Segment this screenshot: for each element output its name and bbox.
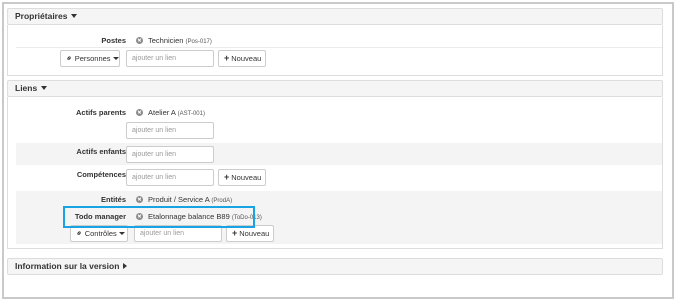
nouveau-button[interactable]: + Nouveau [218, 169, 266, 186]
caret-right-icon [123, 263, 128, 269]
entites-item-name: Produit / Service A [148, 195, 210, 204]
panel-header-proprietaires[interactable]: Propriétaires [7, 8, 663, 25]
entites-item: Produit / Service A (ProdA) [136, 195, 232, 204]
remove-icon[interactable] [136, 196, 143, 203]
caret-down-icon [41, 86, 48, 90]
field-label-actifs-parents: Actifs parents [75, 108, 126, 117]
panel-header-liens[interactable]: Liens [7, 80, 663, 97]
plus-icon: + [232, 228, 238, 238]
panel-title-proprietaires: Propriétaires [15, 11, 68, 21]
field-label-actifs-enfants: Actifs enfants [76, 147, 126, 156]
postes-item-code: (Pos-017) [185, 39, 212, 45]
plus-icon: + [224, 53, 230, 63]
field-row-actifs-enfants: Actifs enfants ajouter un lien [16, 143, 662, 165]
add-link-input[interactable]: ajouter un lien [126, 169, 214, 186]
actifs-parents-item-code: (AST-001) [177, 111, 205, 117]
field-row-actifs-parents: Actifs parents Atelier A (AST-001) ajout… [16, 103, 662, 143]
postes-item: Technicien (Pos-017) [136, 36, 212, 45]
personnes-dropdown-button[interactable]: ⚭Personnes [60, 50, 120, 67]
add-link-input[interactable]: ajouter un lien [126, 122, 214, 139]
actifs-parents-item-name: Atelier A [148, 108, 176, 117]
personnes-button-label: Personnes [74, 54, 111, 63]
field-row-competences: Compétences ajouter un lien + Nouveau [16, 166, 662, 188]
field-label-postes: Postes [101, 36, 126, 45]
nouveau-button-label: Nouveau [231, 173, 262, 182]
actifs-parents-item: Atelier A (AST-001) [136, 108, 205, 117]
caret-down-icon [71, 14, 78, 18]
postes-item-name: Technicien [148, 36, 184, 45]
divider [16, 47, 662, 48]
nouveau-button[interactable]: + Nouveau [218, 50, 266, 67]
panel-body-proprietaires: Postes Technicien (Pos-017) ⚭Personnes a… [7, 25, 663, 76]
nouveau-button-label: Nouveau [239, 229, 270, 238]
nouveau-button-label: Nouveau [231, 54, 262, 63]
field-row-postes: Postes Technicien (Pos-017) [16, 33, 662, 47]
add-link-input[interactable]: ajouter un lien [126, 146, 214, 163]
todo-manager-highlight-box [63, 206, 255, 228]
entites-item-code: (ProdA) [211, 198, 233, 204]
remove-icon[interactable] [136, 109, 143, 116]
panel-title-version: Information sur la version [15, 261, 120, 271]
remove-icon[interactable] [136, 37, 143, 44]
plus-icon: + [224, 172, 230, 182]
caret-down-icon [112, 57, 119, 60]
add-link-input[interactable]: ajouter un lien [126, 50, 214, 67]
caret-down-icon [118, 232, 125, 235]
panel-title-liens: Liens [15, 83, 38, 93]
field-label-competences: Compétences [76, 170, 126, 179]
controles-button-label: Contrôles [84, 229, 117, 238]
panel-header-version[interactable]: Information sur la version [7, 258, 663, 275]
field-label-entites: Entités [100, 195, 126, 204]
